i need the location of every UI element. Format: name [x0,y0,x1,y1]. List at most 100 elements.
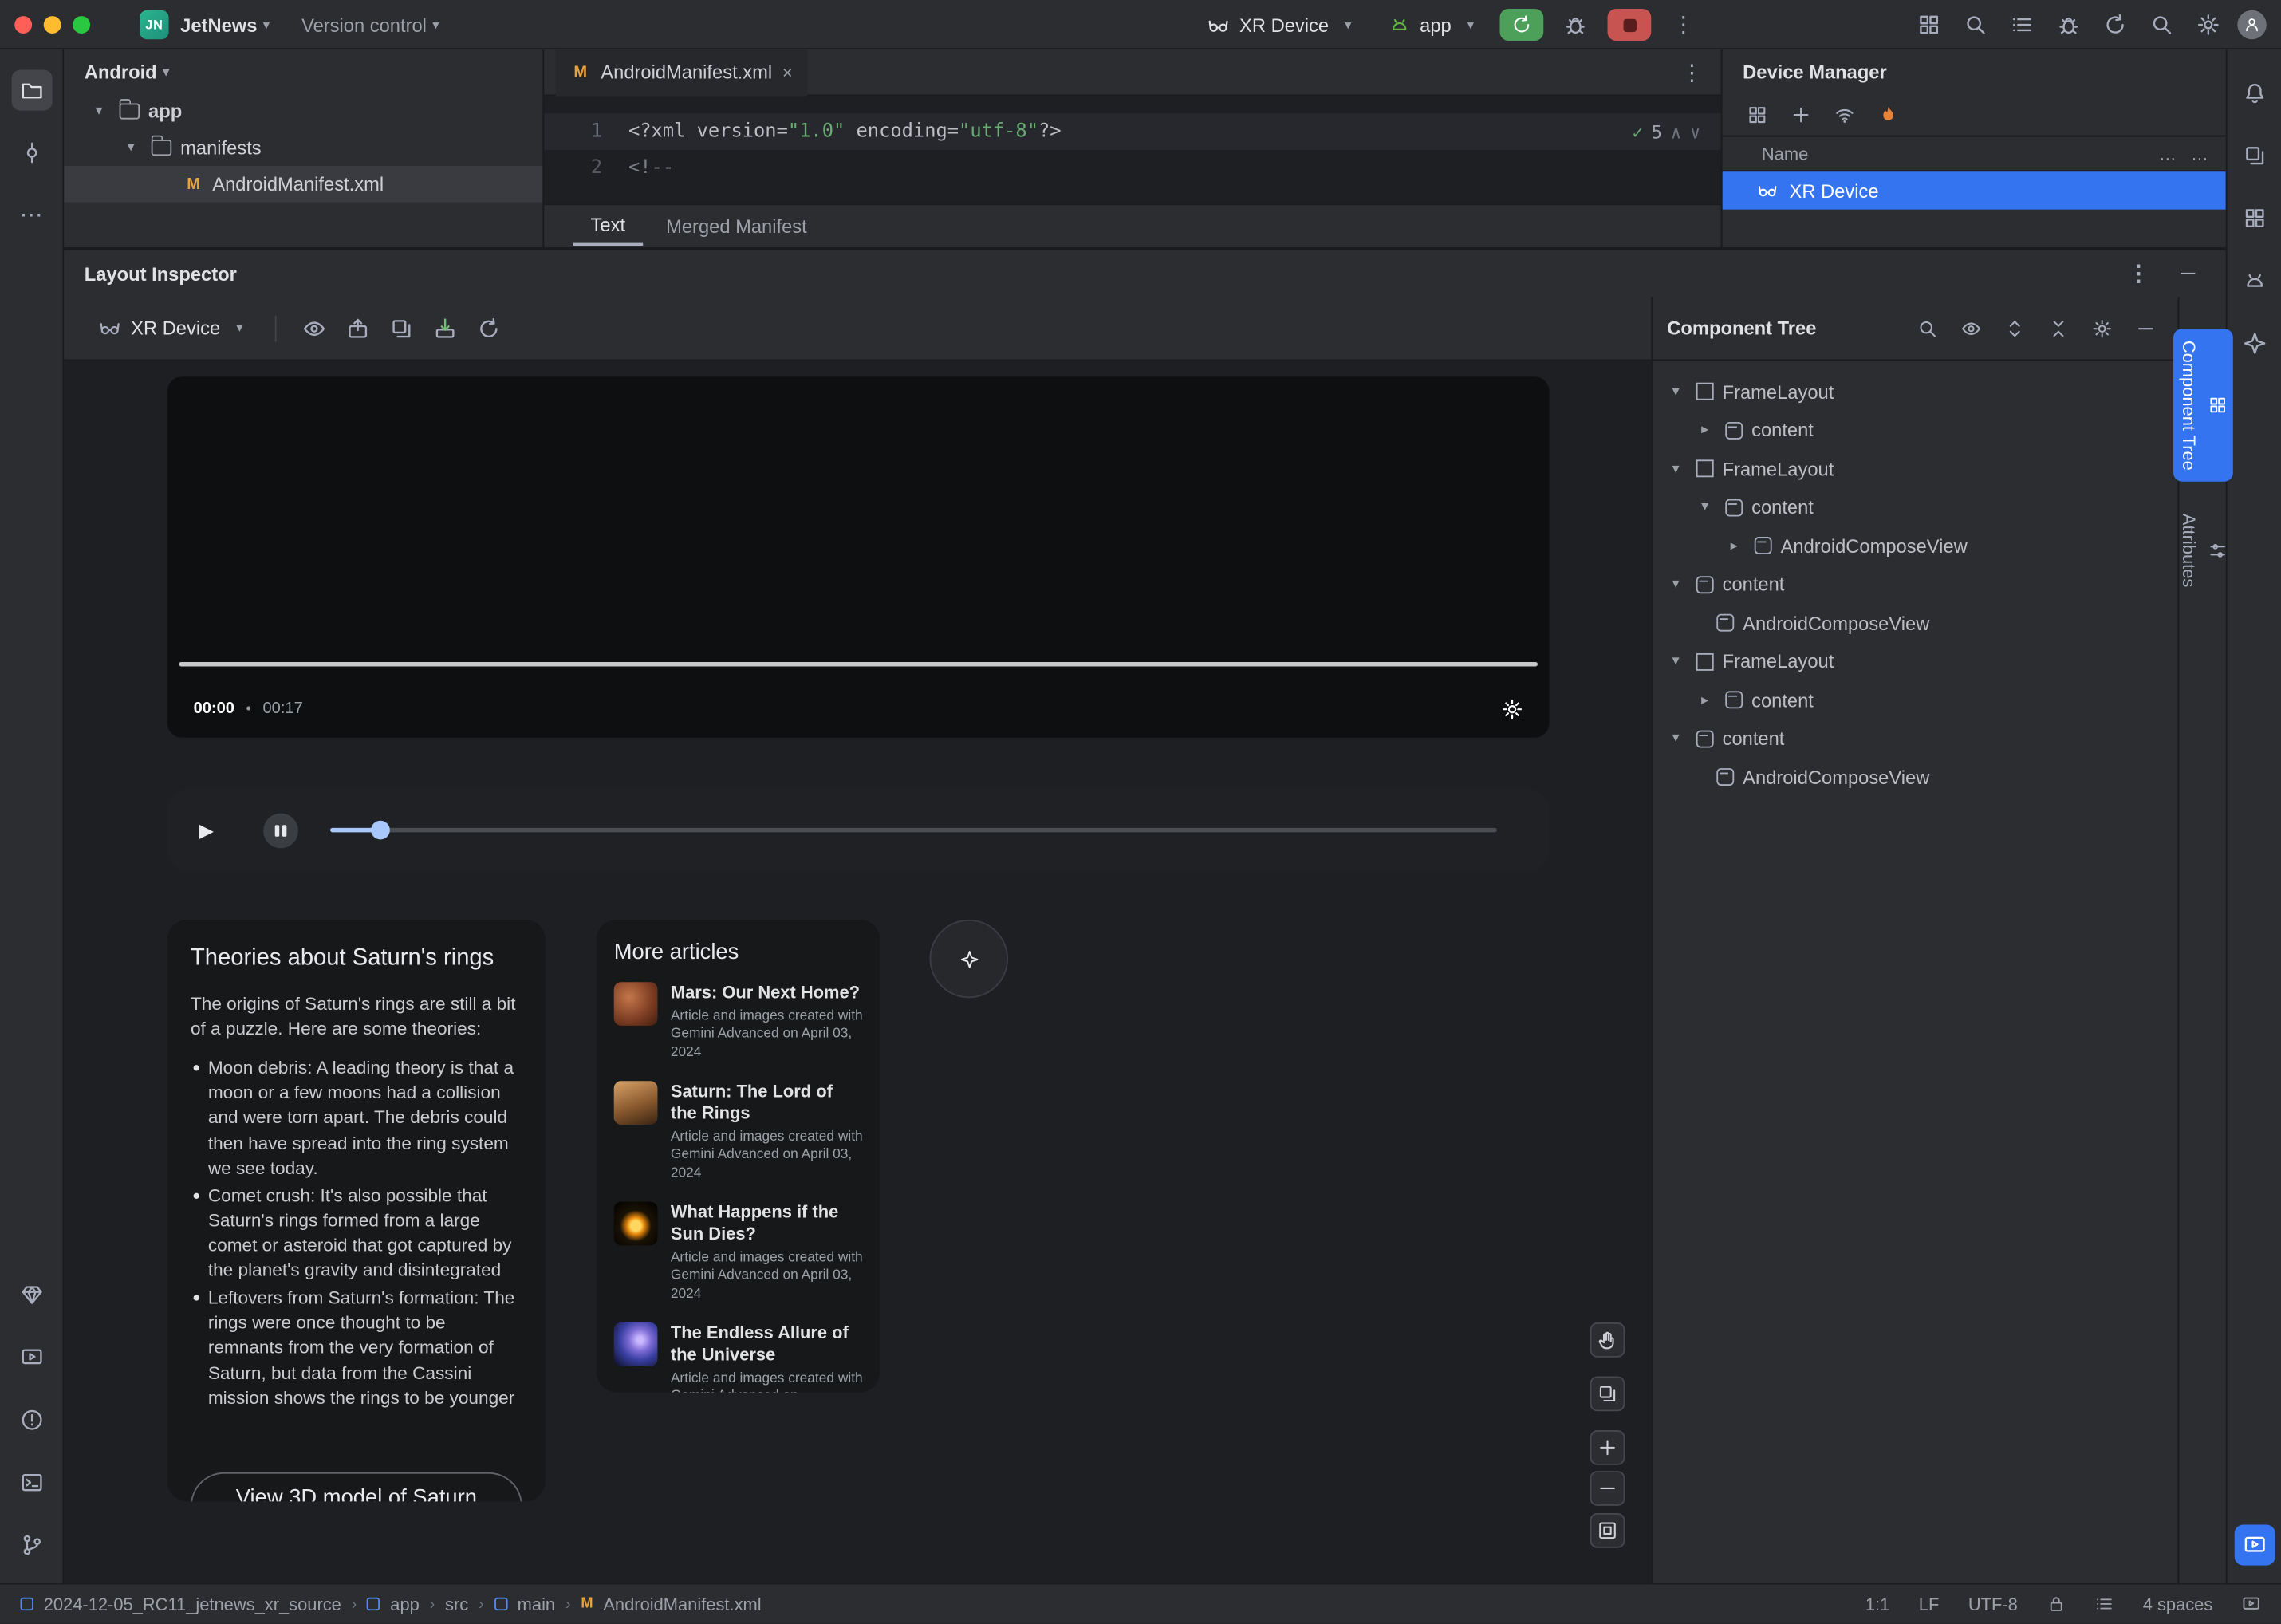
terminal-tool-button[interactable] [12,1462,53,1503]
previous-problem-icon[interactable]: ∧ [1671,121,1681,142]
name-column-header[interactable]: Name [1762,144,1808,164]
tree-node-androidmanifest[interactable]: M AndroidManifest.xml [64,165,543,203]
file-encoding[interactable]: UTF-8 [1968,1594,2018,1614]
chevron-down-icon[interactable]: ▾ [87,104,110,120]
project-menu[interactable]: JetNews ▾ [180,14,270,35]
tree-row[interactable]: ▾ content [1653,719,2177,758]
row-options-button[interactable]: … [2191,144,2208,164]
more-tool-windows-button[interactable]: ⋯ [11,195,52,235]
gradle-tool-button[interactable] [2234,198,2275,238]
video-player[interactable]: 00:00 • 00:17 [167,376,1550,955]
user-avatar[interactable] [2237,10,2267,40]
breadcrumb-item[interactable]: AndroidManifest.xml [603,1594,761,1614]
video-progress-bar[interactable] [179,661,1538,955]
minimize-window-button[interactable] [43,16,61,34]
rerun-app-button[interactable] [1499,8,1544,41]
settings-gear-button[interactable] [2191,7,2226,42]
tree-row[interactable]: ▾ FrameLayout [1653,450,2177,488]
audio-slider-thumb[interactable] [371,820,390,840]
video-settings-gear-icon[interactable] [1501,698,1523,719]
tab-component-tree[interactable]: Component Tree [2173,329,2232,483]
pair-wifi-button[interactable] [1827,97,1862,132]
tree-row[interactable]: ▾ content [1653,566,2177,604]
debug-button[interactable] [1558,7,1594,42]
tree-row[interactable]: AndroidComposeView [1653,604,2177,642]
import-snapshot-button[interactable] [427,310,463,345]
tree-filter-eye-button[interactable] [1954,310,1989,345]
zoom-to-fit-button[interactable] [1590,1512,1625,1548]
zoom-out-button[interactable] [1590,1471,1625,1506]
column-options-button[interactable]: … [2159,144,2177,164]
pause-button[interactable] [263,812,298,848]
tree-row[interactable]: ▸ AndroidComposeView [1653,526,2177,565]
chevron-down-icon[interactable]: ▾ [1693,499,1716,515]
readonly-lock-icon[interactable] [2047,1594,2066,1614]
article-item[interactable]: Mars: Our Next Home? Article and images c… [613,982,863,1062]
code-line-2[interactable]: 2 <!-- [544,150,1721,187]
project-view-selector[interactable]: Android [85,61,157,82]
collapse-all-button[interactable] [2041,310,2076,345]
device-selector[interactable]: XR Device ▾ [1196,10,1363,40]
tree-row[interactable]: ▾ FrameLayout [1653,372,2177,411]
chevron-down-icon[interactable]: ▾ [1664,461,1688,477]
editor-tab-androidmanifest[interactable]: M AndroidManifest.xml × [555,49,807,96]
editor-options-kebab-button[interactable]: ⋮ [1674,54,1709,89]
article-item[interactable]: The Endless Allure of the Universe Articl… [613,1322,863,1393]
tree-settings-gear-button[interactable] [2085,310,2120,345]
tree-node-manifests[interactable]: ▾ manifests [64,129,542,166]
commit-tool-button[interactable] [11,132,52,173]
3d-mode-button[interactable] [1590,1376,1625,1412]
line-separator[interactable]: LF [1919,1594,1940,1614]
gemini-tool-button[interactable] [2234,323,2275,364]
tree-row[interactable]: ▾ content [1653,488,2177,526]
tree-search-button[interactable] [1910,310,1945,345]
article-item[interactable]: Saturn: The Lord of the Rings Article and… [613,1081,863,1183]
inspection-widget[interactable]: ✓ 5 ∧ ∨ [1633,113,1701,150]
problems-tool-button[interactable] [12,1400,53,1441]
breadcrumb-item[interactable]: src [445,1594,468,1614]
view-3d-model-button[interactable]: View 3D model of Saturn [190,1472,522,1502]
refresh-button[interactable] [471,310,506,345]
article-item[interactable]: What Happens if the Sun Dies? Article and… [613,1201,863,1304]
project-icon[interactable]: JN [140,10,169,40]
play-icon[interactable]: ▶ [199,818,214,842]
device-grid-button[interactable] [1740,97,1775,132]
more-run-actions-button[interactable]: ⋮ [1666,7,1701,42]
firebase-flame-button[interactable] [1871,97,1906,132]
running-devices-button[interactable] [12,1337,53,1378]
close-tab-icon[interactable]: × [782,62,793,83]
code-line-1[interactable]: 1 <?xml version= "1.0" encoding= "utf-8" ?> [544,113,1721,150]
layout-inspector-canvas[interactable]: 00:00 • 00:17 ▶ Theories about Saturn's … [64,361,1652,1583]
chevron-down-icon[interactable]: ▾ [1664,384,1688,400]
chevron-right-icon[interactable]: ▸ [1693,692,1716,708]
tab-merged-manifest[interactable]: Merged Manifest [648,208,824,245]
next-problem-icon[interactable]: ∨ [1690,121,1700,142]
app-quality-insights-button[interactable] [12,1275,53,1315]
xr-expand-fab[interactable] [929,919,1009,999]
cursor-position[interactable]: 1:1 [1865,1594,1889,1614]
layer-mode-button[interactable] [384,310,419,345]
zoom-window-button[interactable] [73,16,91,34]
chevron-down-icon[interactable]: ▾ [1664,731,1688,747]
device-manager-tool-button[interactable] [2234,260,2275,301]
chevron-down-icon[interactable]: ▾ [1664,577,1688,593]
run-configuration-selector[interactable]: app ▾ [1377,10,1485,40]
inspect-code-button[interactable] [1958,7,1993,42]
layout-inspector-tool-button[interactable] [2234,1524,2275,1566]
sync-project-button[interactable] [2098,7,2133,42]
add-device-button[interactable] [1783,97,1818,132]
chevron-right-icon[interactable]: ▸ [1693,422,1716,438]
zoom-in-button[interactable] [1590,1429,1625,1465]
close-window-button[interactable] [14,16,33,34]
tree-node-app[interactable]: ▾ app [64,93,542,130]
profiler-button[interactable] [1912,7,1947,42]
notifications-bell-button[interactable] [2234,73,2275,113]
snapshot-button[interactable] [341,310,376,345]
search-everywhere-button[interactable] [2145,7,2180,42]
chevron-down-icon[interactable]: ▾ [1664,653,1688,669]
tree-row[interactable]: ▾ FrameLayout [1653,642,2177,680]
version-control-tool-button[interactable] [12,1525,53,1566]
breadcrumb-item[interactable]: main [518,1594,555,1614]
todo-list-button[interactable] [2004,7,2039,42]
inspections-widget-icon[interactable] [2095,1594,2114,1614]
